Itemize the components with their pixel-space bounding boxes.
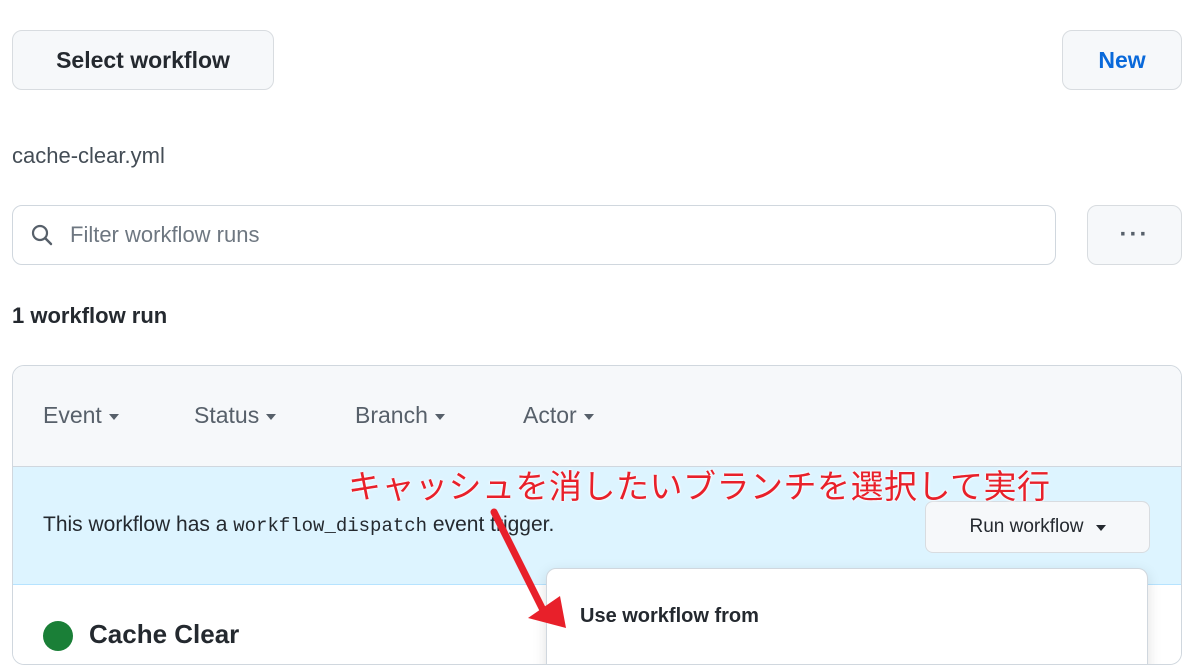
search-icon: [31, 224, 53, 246]
new-workflow-button[interactable]: New: [1062, 30, 1182, 90]
event-filter-label: Event: [43, 402, 102, 428]
dropdown-title: Use workflow from: [580, 605, 759, 627]
workflow-run-title[interactable]: Cache Clear: [89, 619, 239, 650]
actor-filter[interactable]: Actor: [523, 402, 594, 429]
filter-workflow-runs-field[interactable]: [12, 205, 1056, 265]
branch-filter[interactable]: Branch: [355, 402, 445, 429]
workflow-run-count: 1 workflow run: [12, 303, 168, 328]
caret-down-icon: [434, 413, 445, 420]
run-workflow-button[interactable]: Run workflow: [925, 501, 1150, 553]
select-workflow-button[interactable]: Select workflow: [12, 30, 274, 90]
status-filter[interactable]: Status: [194, 402, 277, 429]
filter-workflow-runs-input[interactable]: [68, 221, 968, 249]
dispatch-message: This workflow has a workflow_dispatch ev…: [43, 513, 554, 537]
caret-down-icon: [266, 413, 277, 420]
dispatch-text-before: This workflow has a: [43, 513, 234, 536]
annotation-text: キャッシュを消したいブランチを選択して実行: [348, 467, 1051, 506]
run-workflow-dropdown: Use workflow from: [546, 568, 1148, 664]
caret-down-icon: [108, 413, 119, 420]
caret-down-icon: [583, 413, 594, 420]
more-options-button[interactable]: ···: [1087, 205, 1182, 265]
dispatch-text-after: event trigger.: [427, 513, 555, 536]
branch-filter-label: Branch: [355, 402, 428, 428]
workflow-runs-panel: Event Status Branch Actor This workflow …: [12, 365, 1182, 665]
success-status-icon: [43, 621, 73, 651]
event-filter[interactable]: Event: [43, 402, 119, 429]
actor-filter-label: Actor: [523, 402, 577, 428]
workflow-file-name: cache-clear.yml: [12, 143, 165, 168]
dispatch-code: workflow_dispatch: [233, 515, 428, 537]
run-workflow-label: Run workflow: [969, 516, 1084, 537]
status-filter-label: Status: [194, 402, 260, 428]
runs-filter-bar: Event Status Branch Actor: [13, 366, 1181, 467]
caret-down-icon: [1095, 525, 1106, 531]
